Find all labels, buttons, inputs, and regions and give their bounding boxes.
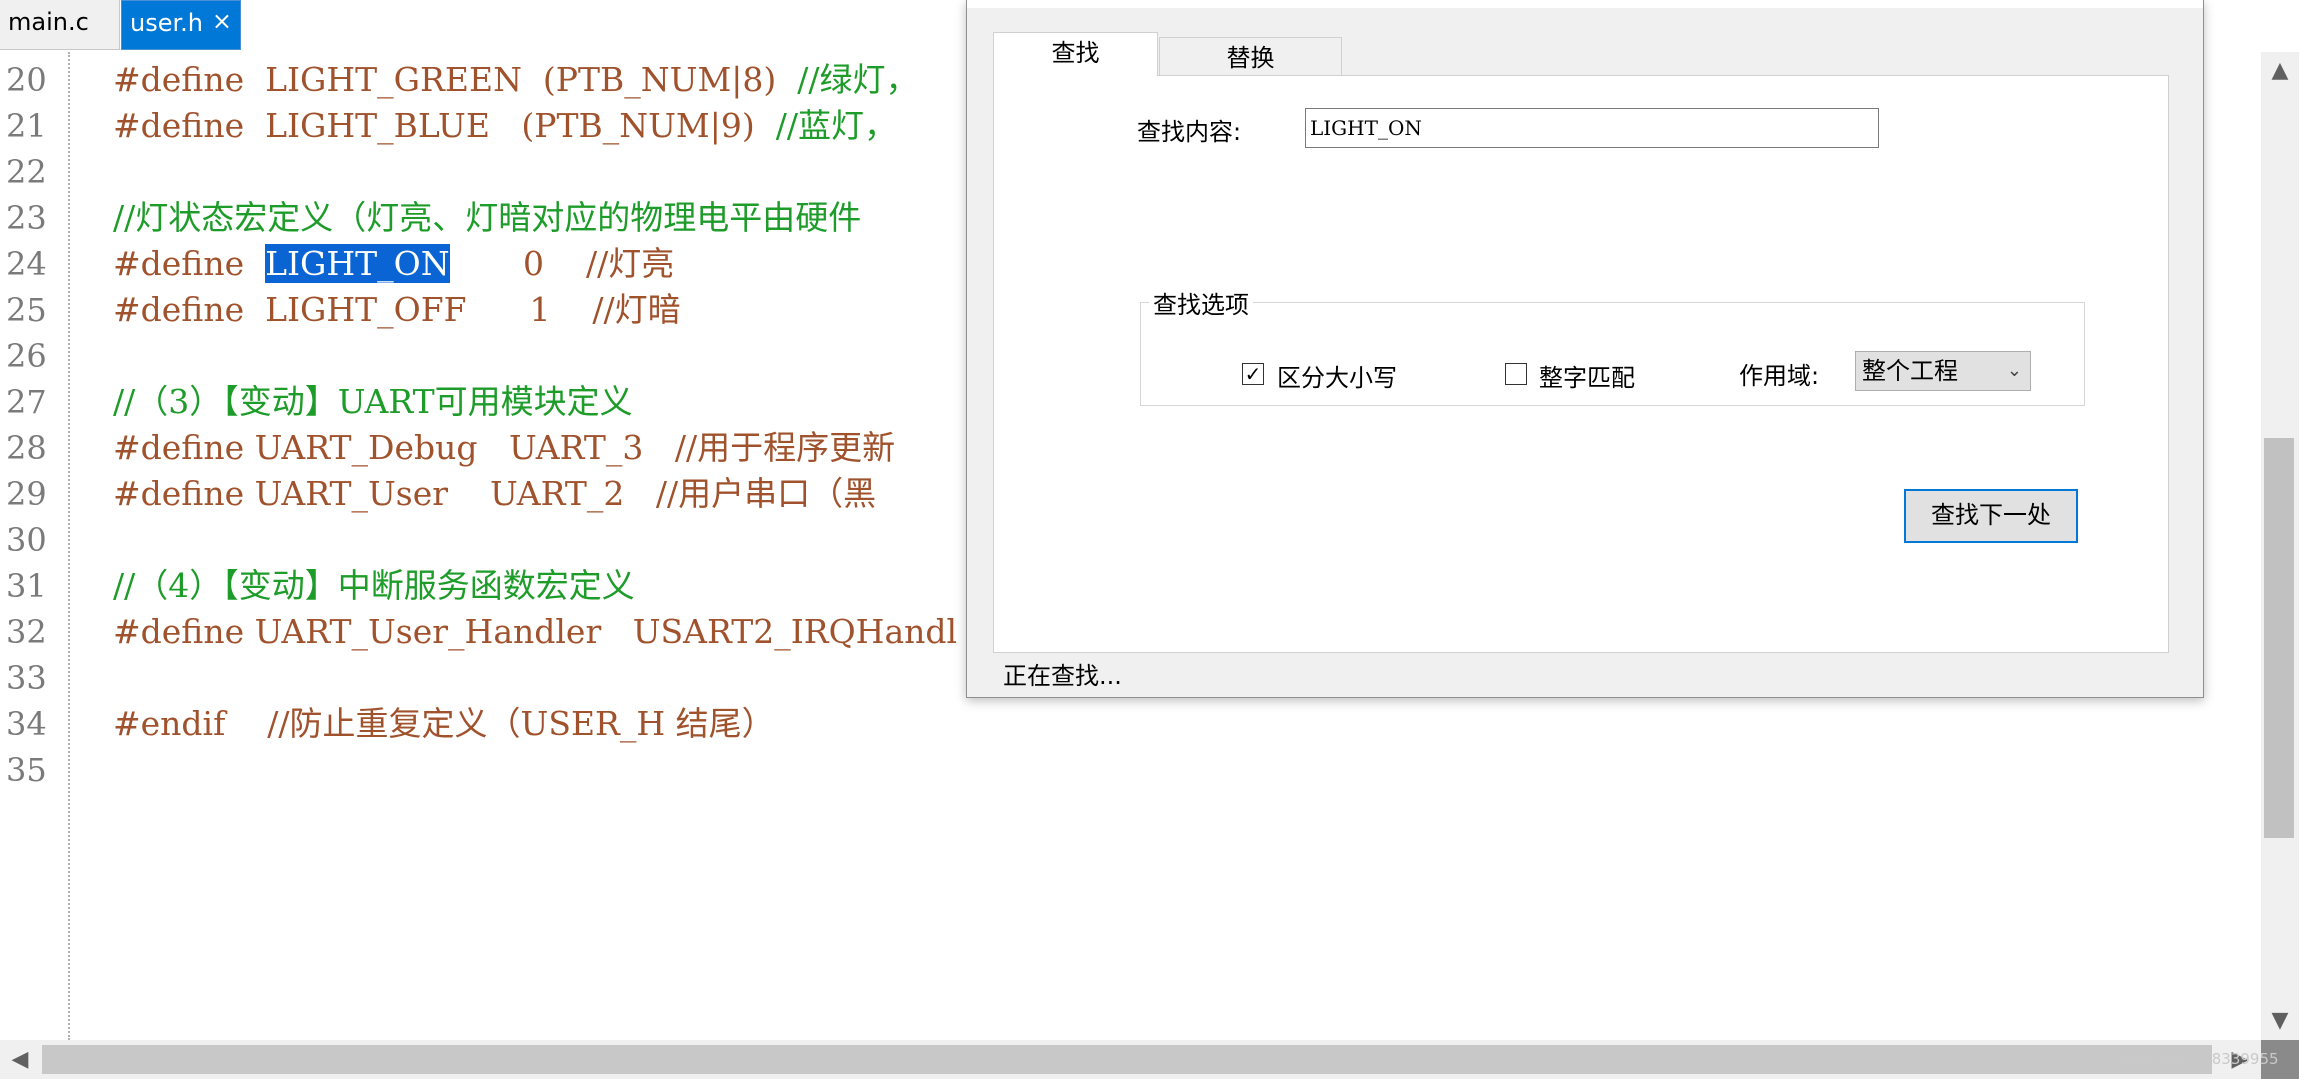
whole-word-checkbox[interactable] xyxy=(1505,363,1527,385)
line-text: #define LIGHT_GREEN (PTB_NUM|8) //绿灯， xyxy=(113,57,918,103)
code-token: #endif xyxy=(113,704,268,743)
match-case-checkbox[interactable]: ✓ xyxy=(1242,363,1264,385)
line-number: 20 xyxy=(6,61,47,99)
line-text: #define UART_Debug UART_3 //用于程序更新 xyxy=(113,425,895,471)
match-case-label: 区分大小写 xyxy=(1277,364,1397,392)
dialog-title-strip xyxy=(967,0,2203,8)
hscrollbar-thumb[interactable] xyxy=(42,1045,2212,1074)
code-comment: //灯状态宏定义（灯亮、灯暗对应的物理电平由硬件 xyxy=(113,198,862,237)
scroll-left-icon[interactable]: ◀ xyxy=(0,1040,40,1079)
line-text: #define UART_User_Handler USART2_IRQHand… xyxy=(113,609,957,655)
watermark: CSDN @m0_68339955 xyxy=(2108,1050,2279,1068)
code-token: //防止重复定义（USER_H 结尾） xyxy=(267,704,775,743)
code-token: #define LIGHT_GREEN (PTB_NUM|8) xyxy=(113,60,798,99)
line-number: 25 xyxy=(6,291,47,329)
scope-value: 整个工程 xyxy=(1862,357,1958,385)
code-token: 0 xyxy=(449,244,586,283)
tab-find[interactable]: 查找 xyxy=(993,32,1158,76)
find-next-button[interactable]: 查找下一处 xyxy=(1904,489,2078,543)
line-number: 29 xyxy=(6,475,47,513)
whole-word-label: 整字匹配 xyxy=(1539,364,1635,392)
code-comment: //蓝灯， xyxy=(775,106,897,145)
line-number: 27 xyxy=(6,383,47,421)
line-number: 24 xyxy=(6,245,47,283)
find-input[interactable]: LIGHT_ON xyxy=(1305,108,1879,148)
line-number: 34 xyxy=(6,705,47,743)
code-token: #define xyxy=(113,244,266,283)
gutter-divider xyxy=(68,52,70,1040)
line-number: 31 xyxy=(6,567,47,605)
line-text: #define UART_User UART_2 //用户串口（黑 xyxy=(113,471,876,517)
scroll-up-icon[interactable]: ▲ xyxy=(2261,52,2299,90)
line-text: #define LIGHT_BLUE (PTB_NUM|9) //蓝灯， xyxy=(113,103,897,149)
code-comment: //（4）【变动】中断服务函数宏定义 xyxy=(113,566,635,605)
search-match-highlight: LIGHT_ON xyxy=(265,244,450,283)
line-text: #endif //防止重复定义（USER_H 结尾） xyxy=(113,701,775,747)
code-token: #define UART_User UART_2 xyxy=(113,474,656,513)
line-text: #define LIGHT_OFF 1 //灯暗 xyxy=(113,287,681,333)
scope-label: 作用域: xyxy=(1739,362,1820,390)
line-number: 21 xyxy=(6,107,47,145)
code-comment: //绿灯， xyxy=(797,60,919,99)
tab-replace[interactable]: 替换 xyxy=(1159,37,1342,77)
tab-label: user.h xyxy=(130,9,203,37)
code-token: #define UART_User_Handler USART2_IRQHand… xyxy=(113,612,958,651)
code-comment: //（3）【变动】UART可用模块定义 xyxy=(113,382,633,421)
vertical-scrollbar[interactable]: ▲ ▼ xyxy=(2261,52,2299,1040)
line-number: 33 xyxy=(6,659,47,697)
line-number: 23 xyxy=(6,199,47,237)
close-icon[interactable]: × xyxy=(212,0,232,43)
tab-main-c[interactable]: main.c xyxy=(0,0,120,50)
line-text: //（4）【变动】中断服务函数宏定义 xyxy=(113,563,635,609)
tab-user-h[interactable]: user.h × xyxy=(121,0,241,50)
line-number: 28 xyxy=(6,429,47,467)
scope-select[interactable]: 整个工程 ⌄ xyxy=(1855,351,2031,391)
code-token: #define LIGHT_BLUE (PTB_NUM|9) xyxy=(113,106,776,145)
find-dialog: 查找 替换 查找内容: LIGHT_ON 查找选项 ✓ 区分大小写 整字匹配 作… xyxy=(966,0,2204,698)
code-token: //用户串口（黑 xyxy=(655,474,877,513)
status-text: 正在查找... xyxy=(1003,662,1122,690)
line-number: 22 xyxy=(6,153,47,191)
horizontal-scrollbar[interactable]: ◀ ▶ xyxy=(0,1040,2299,1079)
line-number: 35 xyxy=(6,751,47,789)
line-text: //灯状态宏定义（灯亮、灯暗对应的物理电平由硬件 xyxy=(113,195,861,241)
line-text: #define LIGHT_ON 0 //灯亮 xyxy=(113,241,674,287)
code-token: //灯暗 xyxy=(592,290,681,329)
code-token: #define LIGHT_OFF 1 xyxy=(113,290,593,329)
scroll-down-icon[interactable]: ▼ xyxy=(2261,1002,2299,1040)
code-token: #define UART_Debug UART_3 xyxy=(113,428,675,467)
line-number: 26 xyxy=(6,337,47,375)
code-token: //用于程序更新 xyxy=(674,428,896,467)
line-text: //（3）【变动】UART可用模块定义 xyxy=(113,379,633,425)
find-label: 查找内容: xyxy=(1137,118,1242,146)
scrollbar-thumb[interactable] xyxy=(2264,438,2294,838)
chevron-down-icon: ⌄ xyxy=(2006,360,2022,381)
line-number: 30 xyxy=(6,521,47,559)
line-number: 32 xyxy=(6,613,47,651)
code-token: //灯亮 xyxy=(586,244,675,283)
find-options-title: 查找选项 xyxy=(1149,285,1253,320)
